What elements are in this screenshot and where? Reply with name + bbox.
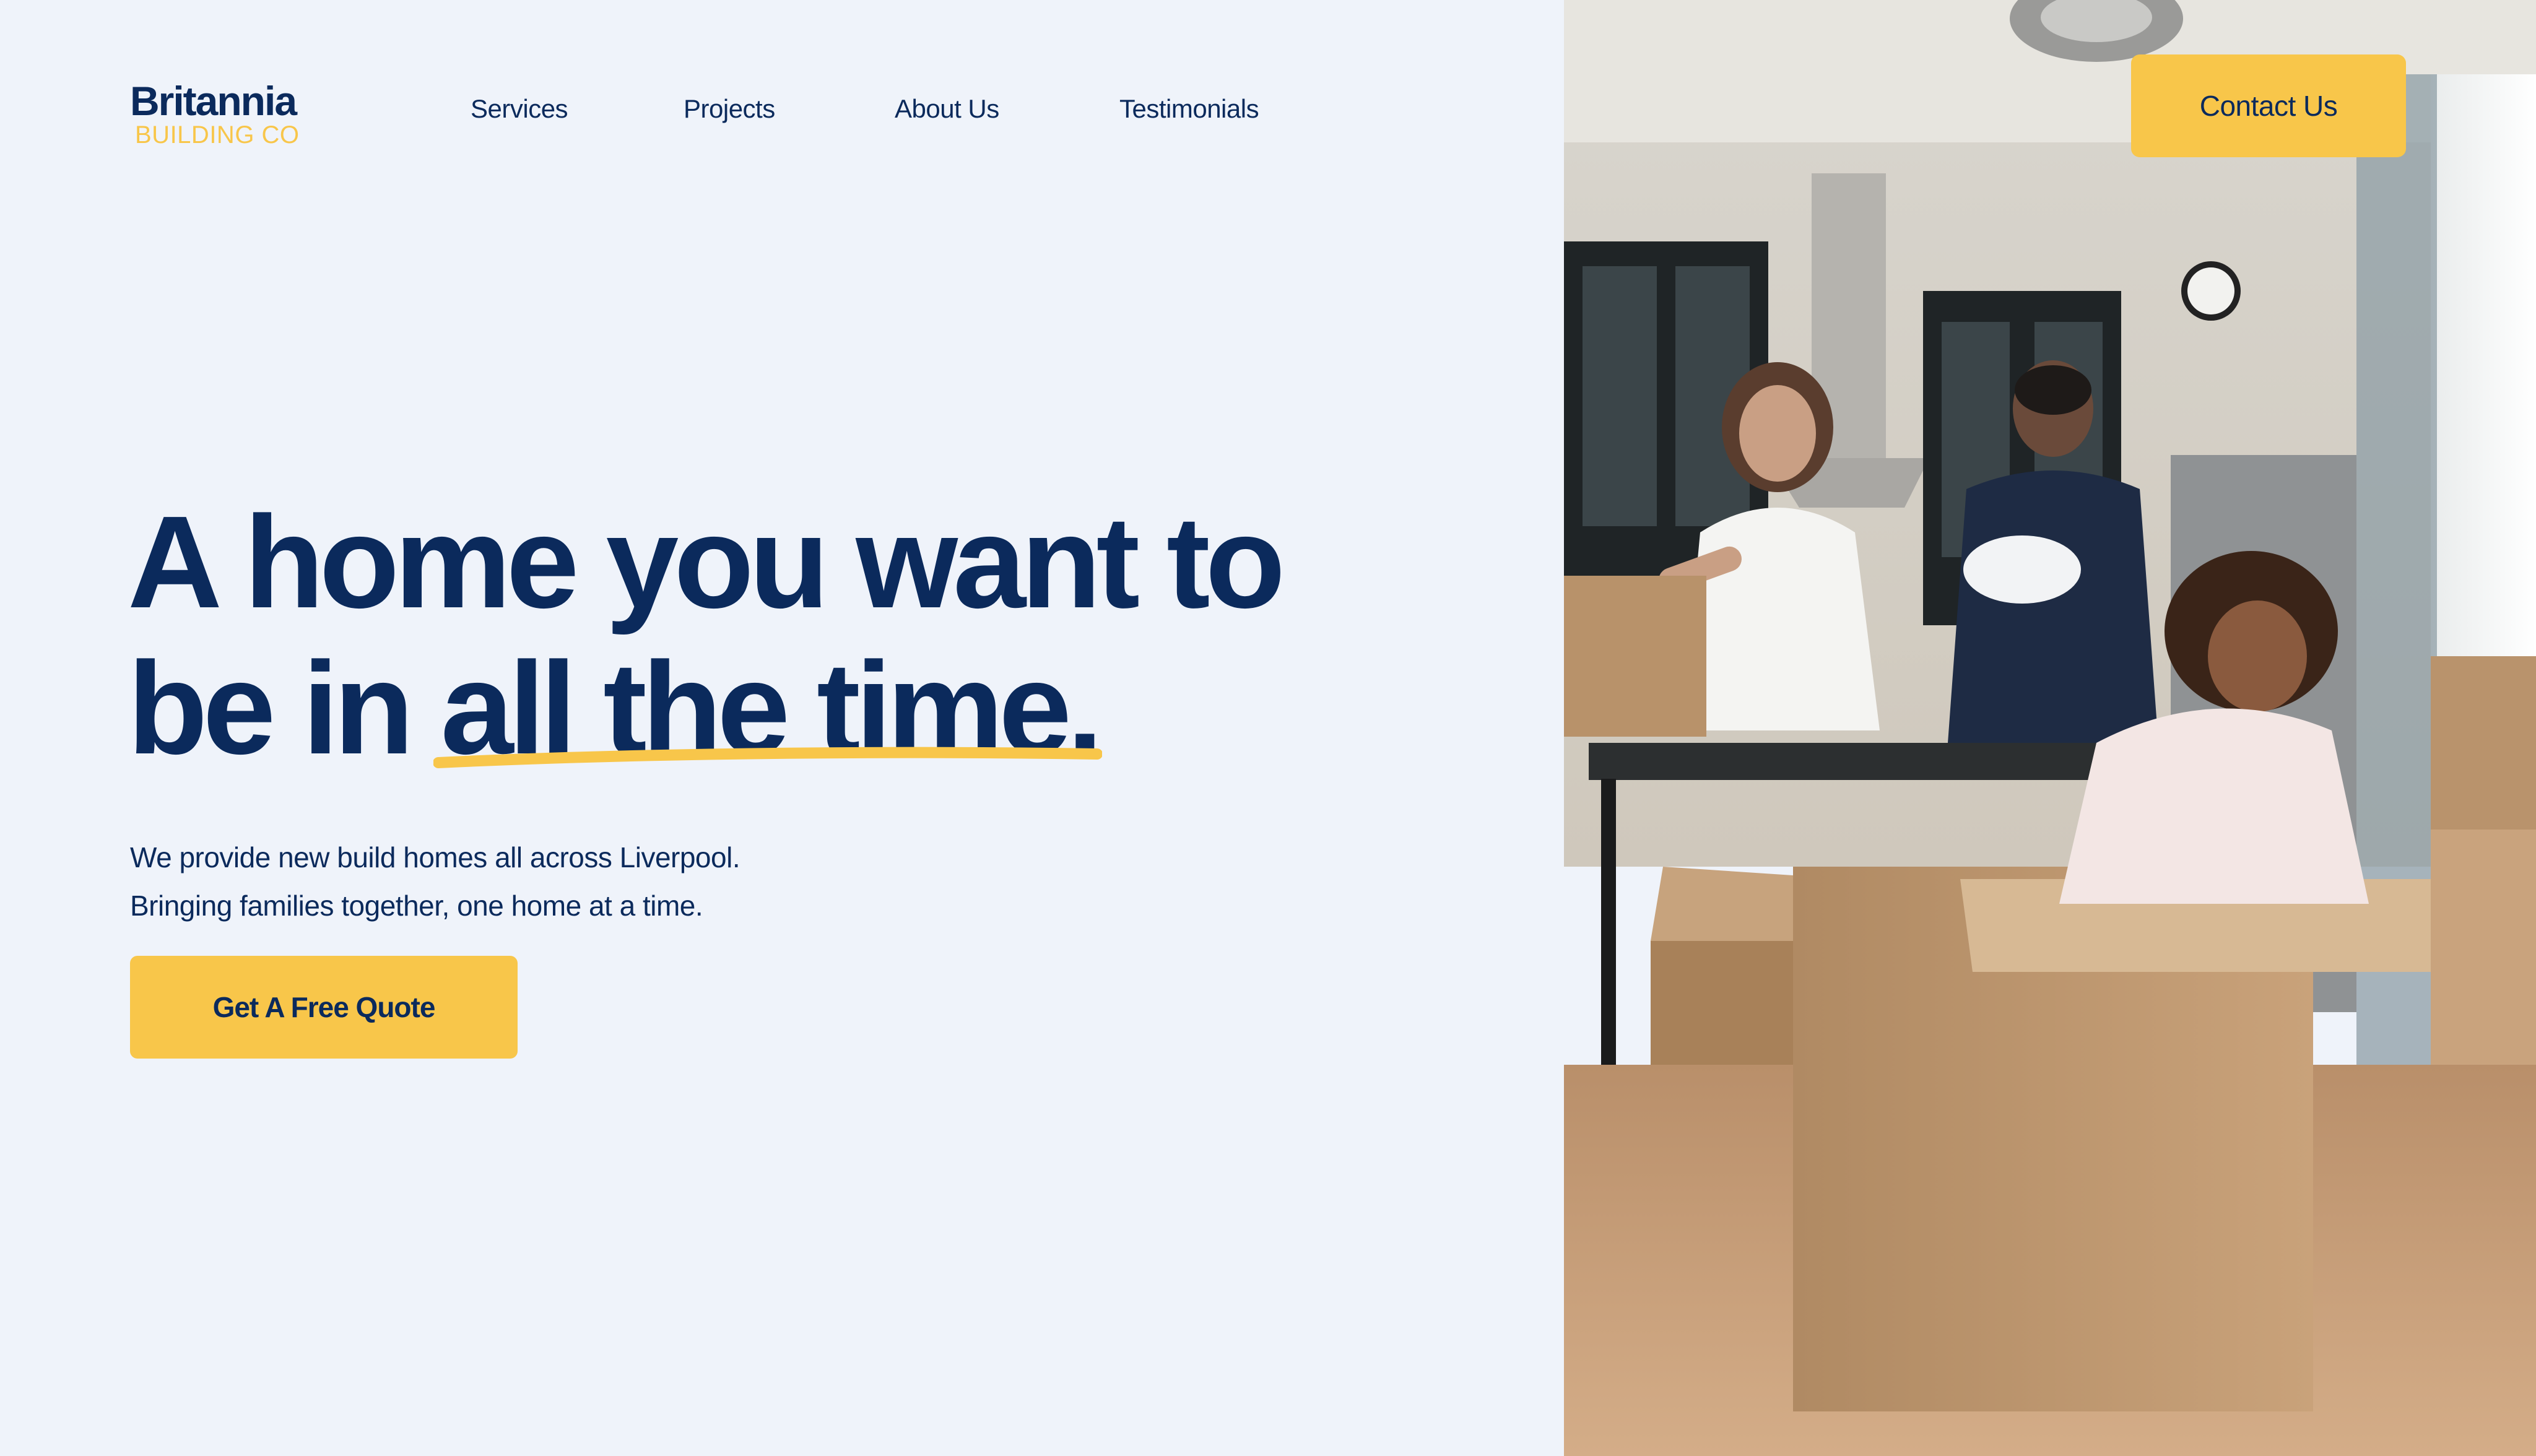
- contact-us-button[interactable]: Contact Us: [2131, 54, 2406, 157]
- brand-tagline: BUILDING CO: [135, 121, 300, 149]
- hero-subtitle: We provide new build homes all across Li…: [130, 833, 740, 930]
- hero-subtitle-line-2: Bringing families together, one home at …: [130, 890, 703, 922]
- hero-title: A home you want to be in all the time.: [128, 488, 1285, 781]
- brand-logo[interactable]: Britannia BUILDING CO: [130, 80, 300, 149]
- family-photo-illustration: [1564, 0, 2536, 1456]
- get-free-quote-button[interactable]: Get A Free Quote: [130, 956, 518, 1059]
- nav-item-about-us[interactable]: About Us: [895, 94, 999, 124]
- hero-photo: [1564, 0, 2536, 1456]
- hero-left-panel: Britannia BUILDING CO Services Projects …: [0, 0, 1564, 1456]
- nav-item-testimonials[interactable]: Testimonials: [1119, 94, 1259, 124]
- brand-name: Britannia: [130, 78, 297, 124]
- hero-title-line-1: A home you want to: [128, 488, 1285, 635]
- hero-subtitle-line-1: We provide new build homes all across Li…: [130, 841, 740, 873]
- nav-item-services[interactable]: Services: [471, 94, 568, 124]
- title-underline-decoration: [433, 747, 1102, 768]
- nav-item-projects[interactable]: Projects: [684, 94, 775, 124]
